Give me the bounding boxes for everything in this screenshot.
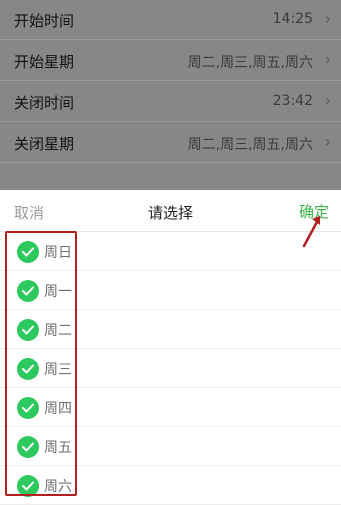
start-time-row[interactable]: 开始时间 14:25 › [0,0,341,40]
chevron-right-icon: › [324,9,331,28]
close-time-row[interactable]: 关闭时间 23:42 › [0,82,341,122]
start-weekday-label: 开始星期 [14,53,75,71]
start-weekday-row[interactable]: 开始星期 周二,周三,周五,周六 › [0,41,341,81]
picker-header: 取消 请选择 确定 [0,190,341,232]
annotation-arrow-icon [302,216,320,248]
start-time-value: 14:25 [272,11,313,27]
close-weekday-value: 周二,周三,周五,周六 [187,137,313,153]
chevron-right-icon: › [324,132,331,151]
picker-title: 请选择 [147,204,193,222]
close-weekday-label: 关闭星期 [14,135,75,153]
chevron-right-icon: › [324,50,331,69]
settings-list: 开始时间 14:25 › 开始星期 周二,周三,周五,周六 › 关闭时间 23:… [0,0,341,190]
close-weekday-row[interactable]: 关闭星期 周二,周三,周五,周六 › [0,123,341,163]
annotation-highlight-box [5,231,77,496]
chevron-right-icon: › [324,91,331,110]
start-weekday-value: 周二,周三,周五,周六 [187,55,313,71]
close-time-value: 23:42 [272,93,313,109]
start-time-label: 开始时间 [14,12,75,30]
close-time-label: 关闭时间 [14,94,75,112]
